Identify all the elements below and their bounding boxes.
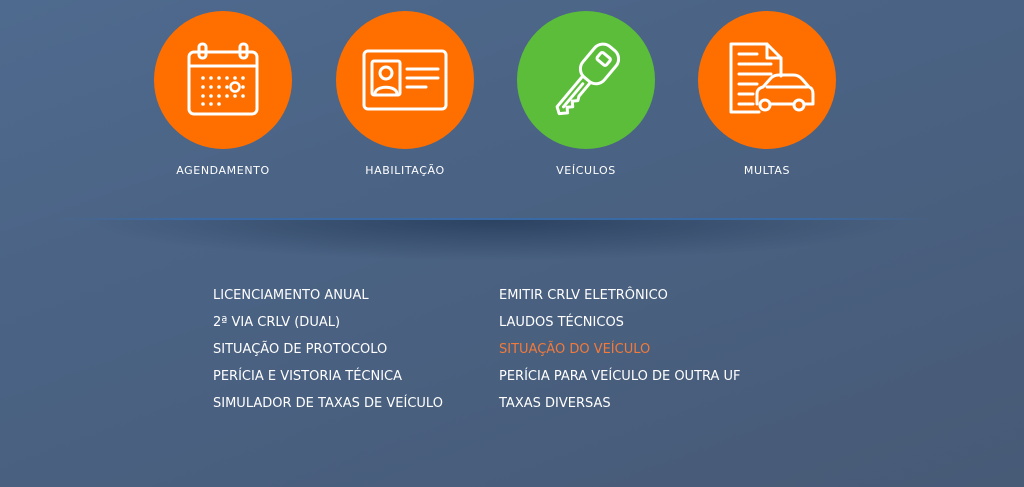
service-veiculos[interactable]: VEÍCULOS [496, 11, 676, 177]
links-column-right: EMITIR CRLV ELETRÔNICO LAUDOS TÉCNICOS S… [499, 287, 741, 422]
links-column-left: LICENCIAMENTO ANUAL 2ª VIA CRLV (DUAL) S… [213, 287, 443, 422]
service-multas-label[interactable]: MULTAS [677, 164, 857, 177]
link-emitir-crlv[interactable]: EMITIR CRLV ELETRÔNICO [499, 287, 741, 314]
link-segunda-via-crlv[interactable]: 2ª VIA CRLV (DUAL) [213, 314, 443, 341]
fine-document-car-icon [729, 42, 815, 114]
calendar-icon [187, 42, 259, 116]
services-menu: AGENDAMENTO HABILITAÇÃO VEÍCULOS MULTAS [0, 0, 1024, 200]
service-multas-circle[interactable] [698, 11, 836, 149]
car-key-icon [555, 42, 621, 116]
service-agendamento-circle[interactable] [154, 11, 292, 149]
service-habilitacao-circle[interactable] [336, 11, 474, 149]
link-situacao-protocolo[interactable]: SITUAÇÃO DE PROTOCOLO [213, 341, 443, 368]
service-veiculos-circle[interactable] [517, 11, 655, 149]
link-laudos-tecnicos[interactable]: LAUDOS TÉCNICOS [499, 314, 741, 341]
link-simulador-taxas[interactable]: SIMULADOR DE TAXAS DE VEÍCULO [213, 395, 443, 422]
service-habilitacao[interactable]: HABILITAÇÃO [315, 11, 495, 177]
link-taxas-diversas[interactable]: TAXAS DIVERSAS [499, 395, 741, 422]
link-pericia-vistoria[interactable]: PERÍCIA E VISTORIA TÉCNICA [213, 368, 443, 395]
section-divider [55, 218, 935, 220]
link-licenciamento-anual[interactable]: LICENCIAMENTO ANUAL [213, 287, 443, 314]
service-veiculos-label[interactable]: VEÍCULOS [496, 164, 676, 177]
divider-shadow [90, 220, 900, 260]
service-agendamento[interactable]: AGENDAMENTO [133, 11, 313, 177]
link-pericia-outra-uf[interactable]: PERÍCIA PARA VEÍCULO DE OUTRA UF [499, 368, 741, 395]
service-multas[interactable]: MULTAS [677, 11, 857, 177]
service-habilitacao-label[interactable]: HABILITAÇÃO [315, 164, 495, 177]
driver-license-icon [362, 49, 448, 111]
link-situacao-veiculo[interactable]: SITUAÇÃO DO VEÍCULO [499, 341, 741, 368]
service-agendamento-label[interactable]: AGENDAMENTO [133, 164, 313, 177]
